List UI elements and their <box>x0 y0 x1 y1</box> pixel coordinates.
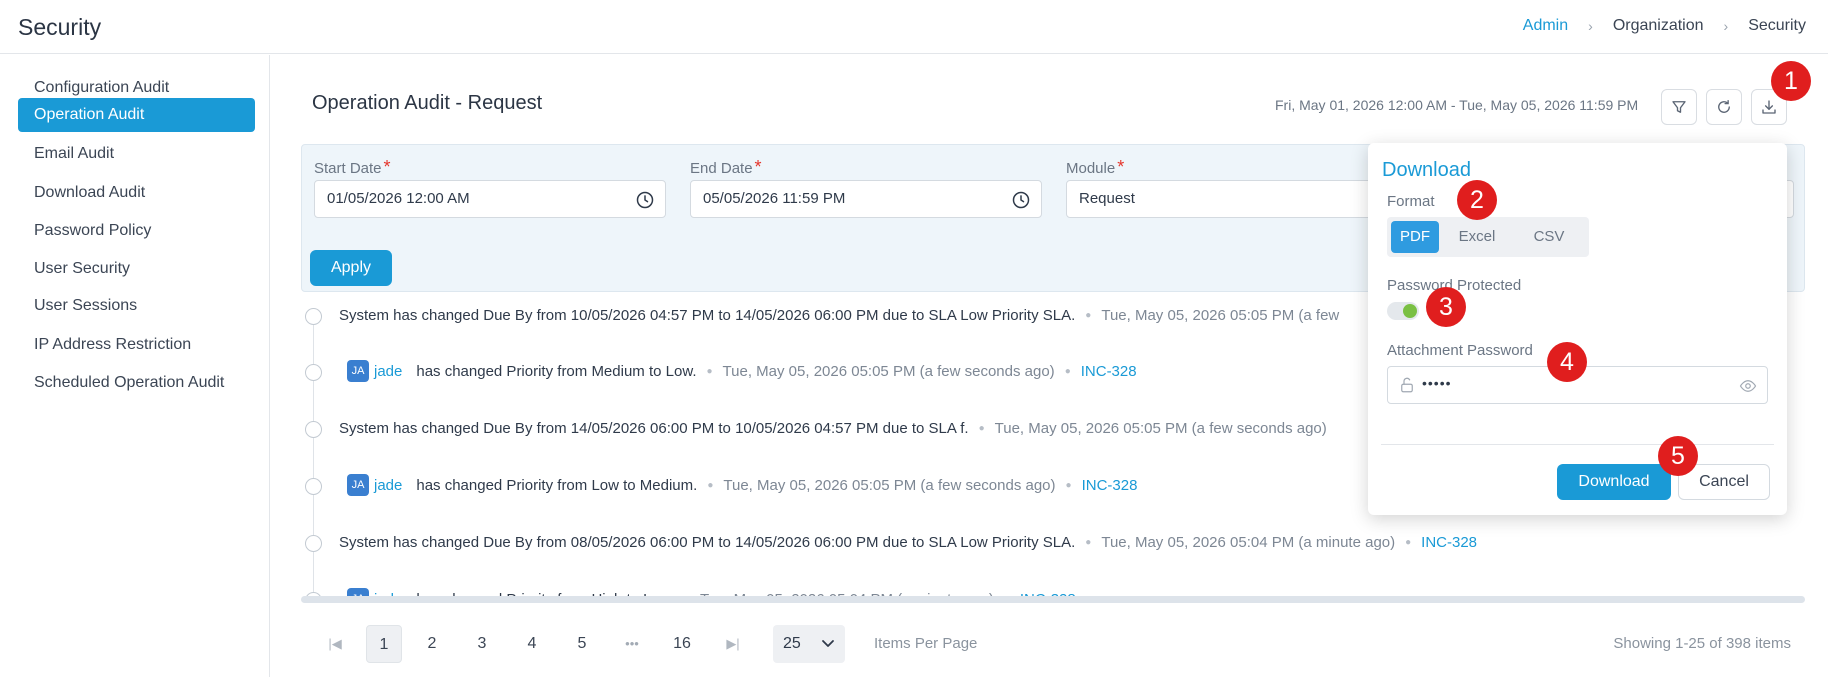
toggle-knob <box>1403 304 1417 318</box>
format-selector: PDF Excel CSV <box>1387 217 1589 257</box>
ticket-link[interactable]: INC-328 <box>1082 477 1138 494</box>
timeline-entry: System has changed Due By from 10/05/202… <box>339 306 1340 324</box>
pagination: |◀ 1 2 3 4 5 ••• 16 ▶| 25 Items Per Page… <box>301 625 1805 665</box>
breadcrumb-separator-icon: › <box>1588 18 1593 34</box>
last-page-icon[interactable]: ▶| <box>715 625 751 663</box>
start-date-label: Start Date * <box>314 157 391 177</box>
sidebar-item-email-audit[interactable]: Email Audit <box>18 137 255 171</box>
filter-button[interactable] <box>1661 89 1697 125</box>
timeline-dot-icon <box>305 478 322 495</box>
step-marker-5: 5 <box>1658 436 1698 476</box>
step-marker-2: 2 <box>1457 180 1497 220</box>
attachment-password-label: Attachment Password <box>1387 342 1533 359</box>
dialog-divider <box>1381 444 1774 445</box>
top-bar: Security Admin › Organization › Security <box>0 0 1828 54</box>
avatar: JA <box>347 474 369 496</box>
breadcrumb-organization[interactable]: Organization <box>1613 17 1704 35</box>
date-range: Fri, May 01, 2026 12:00 AM - Tue, May 05… <box>1275 97 1639 113</box>
sidebar-item-user-security[interactable]: User Security <box>18 252 255 286</box>
timeline-entry: JA jade has changed Priority from Medium… <box>347 356 1137 386</box>
format-label: Format <box>1387 193 1435 210</box>
bullet-icon: ● <box>707 479 714 491</box>
lock-icon <box>1401 377 1413 393</box>
timeline-dot-icon <box>305 364 322 381</box>
end-date-label: End Date * <box>690 157 762 177</box>
timeline-dot-icon <box>305 535 322 552</box>
page-title: Security <box>18 14 102 40</box>
first-page-icon[interactable]: |◀ <box>317 625 353 663</box>
page-button[interactable]: 4 <box>514 625 550 663</box>
horizontal-scrollbar[interactable] <box>301 596 1805 603</box>
bullet-icon: ● <box>706 365 713 377</box>
sidebar-item-user-sessions[interactable]: User Sessions <box>18 289 255 323</box>
breadcrumb-separator-icon: › <box>1723 18 1729 34</box>
page-button[interactable]: 2 <box>414 625 450 663</box>
password-protected-toggle[interactable] <box>1387 302 1419 320</box>
section-title: Operation Audit - Request <box>312 92 543 114</box>
clock-icon[interactable] <box>635 190 655 210</box>
bullet-icon: ● <box>978 422 985 434</box>
sidebar-item-password-policy[interactable]: Password Policy <box>18 214 255 248</box>
apply-button[interactable]: Apply <box>310 250 392 286</box>
format-excel-button[interactable]: Excel <box>1443 221 1511 253</box>
bullet-icon: ● <box>1085 309 1092 321</box>
format-csv-button[interactable]: CSV <box>1515 221 1583 253</box>
ticket-link[interactable]: INC-328 <box>1421 534 1477 551</box>
download-icon <box>1762 100 1776 114</box>
avatar: JA <box>347 360 369 382</box>
filter-icon <box>1672 101 1686 113</box>
user-link[interactable]: jade <box>374 363 402 380</box>
start-date-input[interactable]: 01/05/2026 12:00 AM <box>314 180 666 218</box>
bullet-icon: ● <box>1065 479 1072 491</box>
breadcrumb: Admin › Organization › Security <box>1523 17 1806 35</box>
sidebar-item-download-audit[interactable]: Download Audit <box>18 176 255 210</box>
download-dialog-title: Download <box>1382 159 1471 181</box>
page-button[interactable]: 3 <box>464 625 500 663</box>
end-date-input[interactable]: 05/05/2026 11:59 PM <box>690 180 1042 218</box>
page-button[interactable]: 16 <box>664 625 700 663</box>
pagination-ellipsis: ••• <box>625 636 639 651</box>
download-dialog: Download Format PDF Excel CSV Password P… <box>1368 143 1787 515</box>
step-marker-1: 1 <box>1771 61 1811 101</box>
module-label: Module * <box>1066 157 1125 177</box>
page-button[interactable]: 5 <box>564 625 600 663</box>
chevron-down-icon <box>822 640 834 647</box>
refresh-icon <box>1718 99 1730 113</box>
items-per-page-select[interactable]: 25 <box>773 625 845 663</box>
page-button[interactable]: 1 <box>366 625 402 663</box>
timeline-entry: System has changed Due By from 08/05/202… <box>339 533 1478 551</box>
format-pdf-button[interactable]: PDF <box>1391 221 1439 253</box>
bullet-icon: ● <box>1085 536 1092 548</box>
ticket-link[interactable]: INC-328 <box>1081 363 1137 380</box>
confirm-download-button[interactable]: Download <box>1557 464 1671 500</box>
showing-count: Showing 1-25 of 398 items <box>1613 635 1791 652</box>
sidebar: Configuration Audit Operation Audit Emai… <box>0 55 270 677</box>
clock-icon[interactable] <box>1011 190 1031 210</box>
eye-icon[interactable] <box>1739 377 1757 395</box>
bullet-icon: ● <box>1064 365 1071 377</box>
timeline-dot-icon <box>305 421 322 438</box>
step-marker-4: 4 <box>1547 342 1587 382</box>
user-link[interactable]: jade <box>374 477 402 494</box>
timeline-entry: System has changed Due By from 14/05/202… <box>339 419 1327 437</box>
items-per-page-label: Items Per Page <box>874 635 978 652</box>
timeline-line <box>313 315 314 603</box>
sidebar-item-scheduled-operation-audit[interactable]: Scheduled Operation Audit <box>18 366 255 400</box>
bullet-icon: ● <box>1405 536 1412 548</box>
refresh-button[interactable] <box>1706 89 1742 125</box>
step-marker-3: 3 <box>1426 287 1466 327</box>
timeline-dot-icon <box>305 308 322 325</box>
sidebar-item-ip-address-restriction[interactable]: IP Address Restriction <box>18 328 255 362</box>
sidebar-item-operation-audit[interactable]: Operation Audit <box>18 98 255 132</box>
breadcrumb-security: Security <box>1748 17 1806 34</box>
breadcrumb-admin[interactable]: Admin <box>1523 17 1568 35</box>
timeline-entry: JA jade has changed Priority from Low to… <box>347 470 1137 500</box>
